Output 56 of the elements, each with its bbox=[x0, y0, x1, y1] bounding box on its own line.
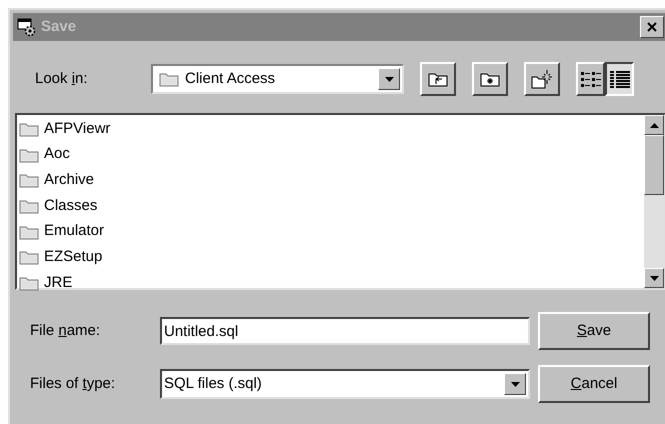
folder-name: Emulator bbox=[44, 221, 104, 242]
folder-item[interactable]: AFPViewr bbox=[17, 116, 644, 142]
folder-item[interactable]: Archive bbox=[17, 167, 644, 194]
up-folder-button[interactable] bbox=[420, 62, 456, 96]
folder-name: Classes bbox=[44, 196, 98, 216]
scrollbar[interactable] bbox=[644, 115, 664, 288]
look-in-dropdown[interactable]: Client Access bbox=[151, 64, 404, 94]
folder-icon bbox=[19, 224, 39, 240]
folder-item[interactable]: EZSetup bbox=[17, 244, 644, 270]
close-icon bbox=[647, 22, 657, 32]
scroll-up-button[interactable] bbox=[644, 115, 664, 135]
folder-icon bbox=[159, 71, 179, 87]
folder-icon bbox=[19, 249, 39, 266]
folder-item[interactable]: Classes bbox=[17, 193, 644, 219]
folder-icon bbox=[19, 198, 39, 214]
down-arrow-icon bbox=[650, 276, 658, 280]
caret-icon bbox=[510, 382, 520, 386]
up-folder-icon bbox=[428, 71, 448, 87]
folder-icon bbox=[19, 120, 39, 137]
folder-sparkle-icon bbox=[531, 69, 553, 89]
file-type-value: SQL files (.sql) bbox=[164, 374, 263, 394]
folder-name: AFPViewr bbox=[44, 118, 110, 139]
new-item-button[interactable] bbox=[524, 62, 560, 96]
close-button[interactable] bbox=[640, 16, 664, 38]
folder-item[interactable]: Emulator bbox=[17, 218, 644, 244]
folder-name: Aoc bbox=[44, 144, 70, 164]
list-view-button[interactable] bbox=[576, 62, 605, 96]
details-view-button[interactable] bbox=[605, 62, 634, 96]
file-type-label: Files of type: bbox=[30, 374, 116, 394]
file-name-field[interactable]: Untitled.sql bbox=[160, 317, 530, 345]
look-in-label: Look in: bbox=[35, 68, 89, 89]
folder-icon bbox=[19, 274, 39, 291]
caret-icon bbox=[384, 76, 394, 82]
window-title: Save bbox=[41, 16, 76, 37]
folder-item[interactable]: JRE bbox=[17, 270, 644, 296]
folder-icon bbox=[19, 172, 39, 188]
list-view-icon bbox=[580, 70, 602, 88]
folder-name: EZSetup bbox=[44, 247, 102, 268]
look-in-value: Client Access bbox=[185, 68, 276, 89]
folder-item[interactable]: Aoc bbox=[17, 142, 644, 168]
cancel-button[interactable]: Cancel bbox=[538, 365, 650, 403]
folder-name: JRE bbox=[44, 272, 72, 293]
dropdown-arrow-button[interactable] bbox=[378, 68, 400, 90]
settings-window-icon bbox=[17, 17, 37, 37]
dropdown-arrow-button[interactable] bbox=[504, 373, 526, 395]
details-view-icon bbox=[608, 70, 630, 88]
scroll-down-button[interactable] bbox=[644, 268, 664, 288]
scroll-thumb[interactable] bbox=[644, 135, 664, 195]
save-button[interactable]: Save bbox=[538, 312, 650, 350]
folder-name: Archive bbox=[44, 170, 94, 190]
file-type-dropdown[interactable]: SQL files (.sql) bbox=[160, 369, 530, 399]
file-name-label: File name: bbox=[30, 320, 102, 341]
folder-icon bbox=[19, 146, 39, 163]
up-arrow-icon bbox=[650, 122, 658, 128]
new-folder-button[interactable] bbox=[472, 62, 508, 96]
folder-star-icon bbox=[480, 71, 500, 87]
